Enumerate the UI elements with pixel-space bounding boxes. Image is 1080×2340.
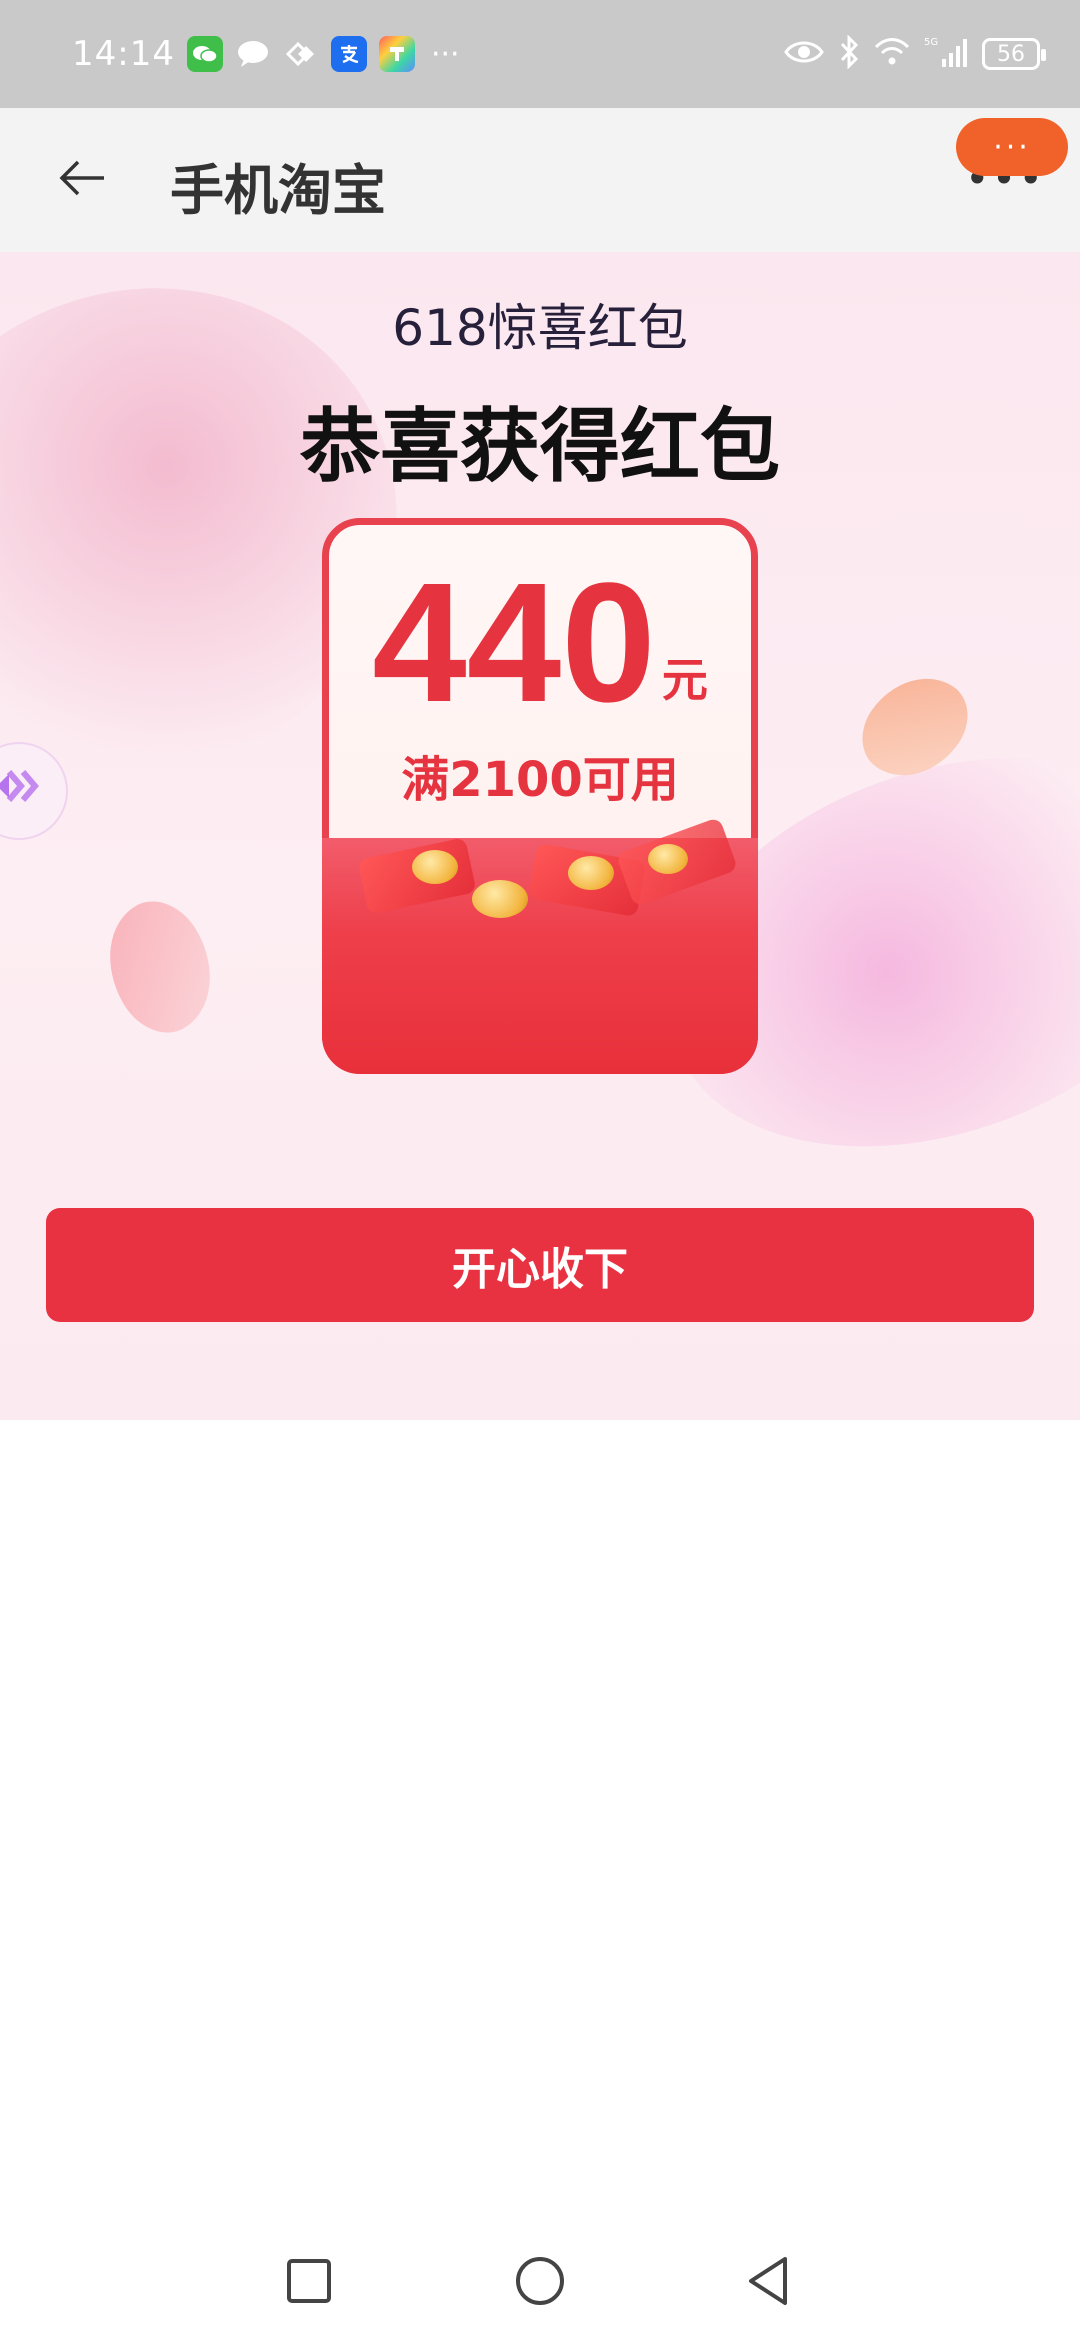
battery-indicator: 56 bbox=[982, 38, 1046, 70]
back-button[interactable] bbox=[48, 148, 118, 212]
title-bar: 手机淘宝 ••• bbox=[0, 108, 1080, 252]
packet-amount: 440 bbox=[372, 548, 656, 738]
square-icon bbox=[285, 2257, 333, 2309]
chat-badge-dots: ··· bbox=[993, 129, 1031, 165]
double-chevron-icon bbox=[0, 766, 43, 817]
wifi-icon bbox=[874, 37, 910, 71]
gold-coin-icon bbox=[472, 880, 528, 918]
page-title: 手机淘宝 bbox=[170, 161, 386, 221]
packet-unit: 元 bbox=[661, 653, 708, 707]
cellular-signal-icon: 5G bbox=[924, 35, 968, 73]
red-packet-card: 440 元 满2100可用 bbox=[322, 518, 758, 1074]
nav-back-button[interactable] bbox=[734, 2248, 804, 2318]
status-left: 14:14 ··· bbox=[72, 34, 460, 74]
gold-coin-icon bbox=[648, 844, 688, 874]
message-bubble-icon bbox=[235, 36, 271, 72]
circle-icon bbox=[514, 2255, 566, 2311]
chat-badge[interactable]: ··· bbox=[956, 118, 1068, 176]
packet-amount-row: 440 元 bbox=[322, 558, 758, 728]
alipay-icon bbox=[330, 36, 367, 72]
gold-coin-icon bbox=[412, 850, 458, 884]
home-button[interactable] bbox=[505, 2248, 575, 2318]
triangle-back-icon bbox=[745, 2255, 793, 2311]
status-more-indicator: ··· bbox=[430, 36, 460, 72]
promo-subtitle: 618惊喜红包 bbox=[392, 299, 688, 357]
status-right: 5G 56 bbox=[784, 34, 1046, 73]
colorful-app-icon bbox=[378, 36, 415, 72]
diamond-app-icon bbox=[283, 36, 319, 72]
status-bar: 14:14 ··· 5G 56 bbox=[0, 0, 1080, 108]
gold-coin-icon bbox=[568, 856, 614, 890]
system-nav-bar bbox=[0, 2226, 1080, 2340]
arrow-left-icon bbox=[58, 158, 108, 202]
recent-apps-button[interactable] bbox=[274, 2248, 344, 2318]
accept-button[interactable]: 开心收下 bbox=[46, 1208, 1034, 1322]
battery-level: 56 bbox=[997, 41, 1025, 67]
decorative-petal bbox=[84, 885, 236, 1049]
promo-title: 恭喜获得红包 bbox=[300, 400, 780, 493]
red-packet-promo: 618惊喜红包 恭喜获得红包 440 元 满2100可用 开心收下 bbox=[0, 252, 1080, 1420]
eye-icon bbox=[784, 38, 824, 70]
bluetooth-icon bbox=[838, 34, 860, 73]
packet-condition: 满2100可用 bbox=[401, 752, 679, 808]
wechat-icon bbox=[186, 36, 223, 72]
status-time: 14:14 bbox=[72, 34, 175, 74]
svg-text:5G: 5G bbox=[924, 37, 938, 48]
